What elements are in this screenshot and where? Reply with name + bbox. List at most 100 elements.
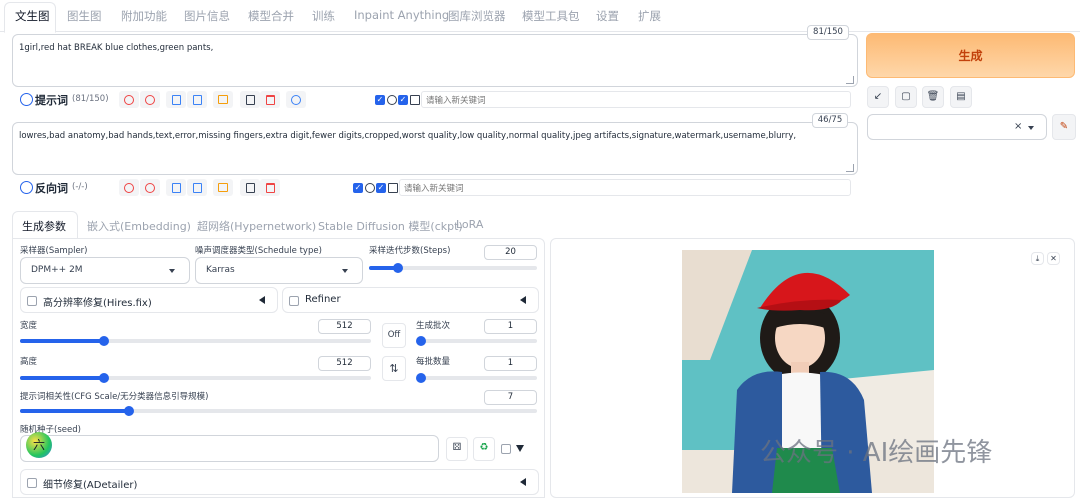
slider-thumb[interactable] — [123, 406, 134, 416]
off-toggle-button[interactable]: Off — [382, 323, 406, 348]
prompt-keyword-input[interactable] — [421, 91, 851, 108]
schedule-type-select[interactable]: Karras — [195, 257, 363, 284]
edit-pencil-icon[interactable]: ✎ — [1052, 114, 1076, 140]
translate-icon[interactable] — [119, 179, 139, 196]
tab-model-toolkit[interactable]: 模型工具包 — [522, 8, 580, 24]
prompt-text: 1girl,red hat BREAK blue clothes,green p… — [19, 43, 214, 53]
subtab-hypernetwork[interactable]: 超网络(Hypernetwork) — [197, 218, 316, 234]
clipboard-icon[interactable]: ▤ — [950, 86, 972, 108]
clear-icon[interactable]: × — [1014, 115, 1022, 139]
delete-trash-icon[interactable] — [260, 91, 280, 108]
tab-inpaint-anything[interactable]: Inpaint Anything — [354, 8, 449, 22]
watermark-text: 公众号 · AI绘画先锋 — [760, 438, 993, 468]
tab-img2img[interactable]: 图生图 — [67, 8, 102, 24]
clock-icon[interactable] — [387, 95, 397, 105]
subtab-ckpt[interactable]: Stable Diffusion 模型(ckpt) — [318, 218, 463, 234]
batch-count-input[interactable]: 1 — [484, 319, 537, 334]
panel-icon[interactable] — [388, 183, 398, 193]
height-input[interactable]: 512 — [318, 356, 371, 371]
panel-icon[interactable] — [410, 95, 420, 105]
subtab-embedding[interactable]: 嵌入式(Embedding) — [87, 218, 191, 234]
chevron-down-icon[interactable] — [516, 445, 524, 452]
width-slider[interactable] — [20, 336, 371, 346]
chevron-down-icon[interactable] — [1028, 126, 1034, 130]
globe-icon[interactable] — [286, 91, 306, 108]
slider-thumb[interactable] — [392, 263, 403, 273]
seed-input[interactable] — [20, 435, 439, 462]
refiner-checkbox[interactable] — [289, 296, 299, 306]
close-icon[interactable]: ✕ — [1047, 252, 1060, 265]
square-icon[interactable]: ▢ — [895, 86, 917, 108]
history-icon[interactable] — [213, 179, 233, 196]
collapse-left-icon[interactable] — [520, 296, 526, 304]
clipboard-icon[interactable] — [240, 91, 260, 108]
bookmark-icon[interactable] — [187, 91, 207, 108]
sampler-select[interactable]: DPM++ 2M — [20, 257, 190, 284]
download-icon[interactable]: ⤓ — [1031, 252, 1044, 265]
refiner-accordion[interactable]: Refiner — [282, 287, 539, 313]
hires-fix-label: 高分辨率修复(Hires.fix) — [43, 298, 152, 309]
slider-thumb[interactable] — [416, 336, 426, 346]
generate-button[interactable]: 生成 — [866, 33, 1075, 78]
checkbox-checked-icon[interactable]: ✓ — [353, 183, 363, 193]
adetailer-accordion[interactable]: 细节修复(ADetailer) — [20, 469, 539, 495]
collapse-up-icon[interactable] — [20, 181, 33, 194]
tab-settings[interactable]: 设置 — [596, 8, 619, 24]
batch-count-slider[interactable] — [416, 336, 537, 346]
trash-icon[interactable]: 🗑 — [922, 86, 944, 108]
subtab-lora[interactable]: LoRA — [456, 218, 483, 231]
checkbox-checked-icon[interactable]: ✓ — [376, 183, 386, 193]
width-input[interactable]: 512 — [318, 319, 371, 334]
tab-extensions[interactable]: 扩展 — [638, 8, 661, 24]
settings-gear-icon[interactable] — [140, 91, 160, 108]
collapse-left-icon[interactable] — [520, 478, 526, 486]
copy-prompt-icon[interactable] — [166, 91, 186, 108]
prompt-textarea[interactable]: 1girl,red hat BREAK blue clothes,green p… — [12, 34, 858, 87]
clipboard-icon[interactable] — [240, 179, 260, 196]
tab-checkpoint-merger[interactable]: 模型合并 — [248, 8, 294, 24]
bookmark-icon[interactable] — [187, 179, 207, 196]
cfg-scale-input[interactable]: 7 — [484, 390, 537, 405]
steps-input[interactable]: 20 — [484, 245, 537, 260]
clock-icon[interactable] — [365, 183, 375, 193]
prompt-count: (81/150) — [72, 94, 109, 104]
chevron-down-icon[interactable] — [169, 269, 175, 273]
tab-png-info[interactable]: 图片信息 — [184, 8, 230, 24]
negative-prompt-textarea[interactable]: lowres,bad anatomy,bad hands,text,error,… — [12, 122, 858, 175]
slider-thumb[interactable] — [416, 373, 426, 383]
style-select[interactable]: × — [867, 114, 1047, 140]
subtab-generation-params[interactable]: 生成参数 — [22, 218, 66, 234]
collapse-up-icon[interactable] — [20, 93, 33, 106]
recycle-icon[interactable]: ♻ — [473, 437, 495, 461]
arrow-icon[interactable]: ↙ — [867, 86, 889, 108]
checkbox-checked-icon[interactable]: ✓ — [375, 95, 385, 105]
cfg-scale-slider[interactable] — [20, 406, 537, 416]
checkbox-checked-icon[interactable]: ✓ — [398, 95, 408, 105]
resize-handle-icon[interactable] — [846, 164, 854, 172]
settings-gear-icon[interactable] — [140, 179, 160, 196]
batch-size-slider[interactable] — [416, 373, 537, 383]
steps-slider[interactable] — [369, 263, 537, 273]
batch-size-input[interactable]: 1 — [484, 356, 537, 371]
adetailer-checkbox[interactable] — [27, 478, 37, 488]
hires-fix-accordion[interactable]: 高分辨率修复(Hires.fix) — [20, 287, 278, 313]
extra-seed-checkbox[interactable] — [501, 444, 511, 454]
translate-icon[interactable] — [119, 91, 139, 108]
swap-dimensions-icon[interactable]: ⇅ — [382, 356, 406, 381]
delete-trash-icon[interactable] — [260, 179, 280, 196]
negative-keyword-input[interactable] — [399, 179, 851, 196]
schedule-type-value: Karras — [206, 265, 235, 275]
dice-icon[interactable]: ⚄ — [446, 437, 468, 461]
height-slider[interactable] — [20, 373, 371, 383]
tab-train[interactable]: 训练 — [312, 8, 335, 24]
tab-image-browser[interactable]: 图库浏览器 — [448, 8, 506, 24]
copy-prompt-icon[interactable] — [166, 179, 186, 196]
resize-handle-icon[interactable] — [846, 76, 854, 84]
hires-fix-checkbox[interactable] — [27, 296, 37, 306]
history-icon[interactable] — [213, 91, 233, 108]
chevron-down-icon[interactable] — [342, 269, 348, 273]
tab-extras[interactable]: 附加功能 — [121, 8, 167, 24]
batch-size-label: 每批数量 — [416, 357, 451, 367]
tab-txt2img[interactable]: 文生图 — [15, 8, 50, 24]
collapse-left-icon[interactable] — [259, 296, 265, 304]
